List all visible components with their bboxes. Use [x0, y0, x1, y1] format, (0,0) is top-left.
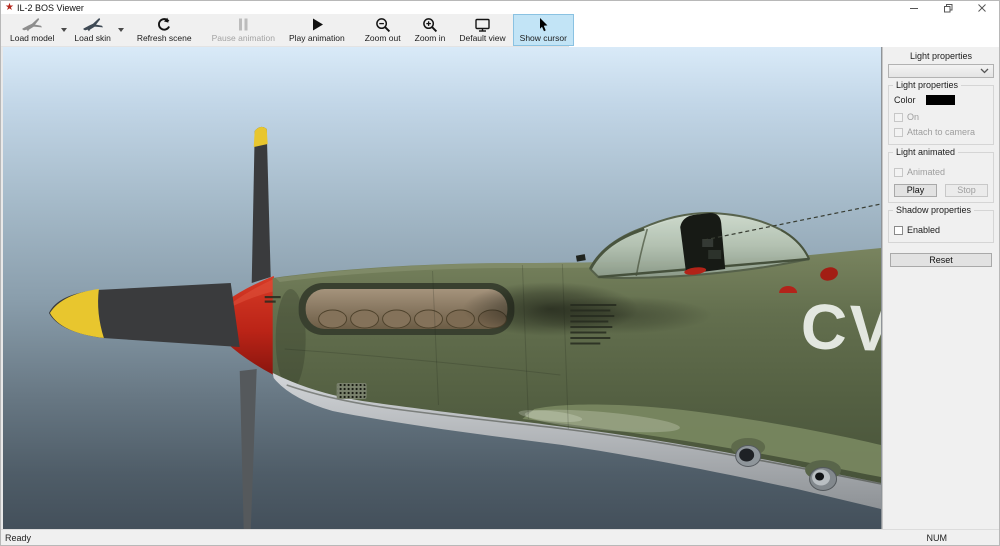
zoom-in-button[interactable]: Zoom in: [408, 14, 453, 46]
animated-label: Animated: [907, 167, 946, 177]
toolbar: Load model Load skin Refresh scene Pause…: [1, 14, 574, 47]
attach-to-camera-checkbox[interactable]: Attach to camera: [894, 127, 988, 137]
play-animation-button[interactable]: Play animation: [282, 14, 352, 46]
refresh-scene-label: Refresh scene: [136, 33, 192, 43]
show-cursor-button[interactable]: Show cursor: [512, 14, 574, 46]
group-label: Light animated: [893, 147, 959, 158]
exhaust-soot-stain: [522, 296, 713, 334]
on-label: On: [907, 112, 920, 122]
toolbar-row: Load model Load skin Refresh scene Pause…: [1, 14, 999, 47]
pause-animation-button[interactable]: Pause animation: [205, 14, 282, 46]
default-view-label: Default view: [459, 33, 506, 43]
shadow-enabled-checkbox[interactable]: Enabled: [894, 225, 988, 235]
pause-animation-label: Pause animation: [211, 33, 275, 43]
close-button[interactable]: [965, 1, 999, 14]
checkbox-icon: [894, 225, 903, 235]
app-window: ★ IL-2 BOS Viewer Load model Load skin R…: [0, 0, 1000, 546]
chevron-down-icon: [117, 28, 124, 32]
monitor-icon: [474, 16, 491, 33]
status-bar: Ready NUM: [1, 529, 999, 545]
chevron-down-icon: [980, 68, 989, 74]
reset-button[interactable]: Reset: [890, 253, 992, 267]
maximize-button[interactable]: [931, 1, 965, 14]
load-model-label: Load model: [10, 33, 55, 43]
default-view-button[interactable]: Default view: [452, 14, 512, 46]
load-skin-dropdown[interactable]: [117, 14, 124, 46]
light-animated-group: Light animated Animated Play Stop: [888, 147, 994, 203]
show-cursor-label: Show cursor: [519, 33, 567, 43]
shadow-properties-group: Shadow properties Enabled: [888, 205, 994, 243]
zoom-out-button[interactable]: Zoom out: [358, 14, 408, 46]
pilot-headrest: [680, 213, 726, 274]
play-icon: [310, 16, 324, 33]
minimize-button[interactable]: [897, 1, 931, 14]
panel-title: Light properties: [909, 51, 973, 61]
color-swatch[interactable]: [926, 95, 955, 105]
load-skin-button[interactable]: Load skin: [67, 14, 117, 46]
aircraft-3d-scene: CV: [3, 47, 881, 531]
minimize-icon: [910, 7, 918, 9]
load-skin-label: Load skin: [74, 33, 111, 43]
magnifier-plus-icon: [422, 16, 438, 33]
magnifier-minus-icon: [375, 16, 391, 33]
close-icon: [978, 3, 986, 12]
zoom-out-label: Zoom out: [364, 33, 401, 43]
refresh-scene-button[interactable]: Refresh scene: [130, 14, 199, 46]
airplane-dark-icon: [82, 16, 104, 33]
window-title: IL-2 BOS Viewer: [16, 2, 84, 13]
checkbox-icon: [894, 167, 903, 177]
vent-grille: [336, 383, 367, 399]
pause-icon: [236, 16, 250, 33]
shadow-enabled-label: Enabled: [907, 225, 941, 235]
checkbox-icon: [894, 127, 903, 137]
titlebar: ★ IL-2 BOS Viewer: [1, 1, 999, 14]
fuselage-code-marking: CV: [800, 290, 881, 365]
checkbox-icon: [894, 112, 903, 122]
attach-to-camera-label: Attach to camera: [907, 127, 976, 137]
restore-icon: [944, 3, 953, 12]
group-label: Light properties: [893, 80, 962, 91]
play-animation-label: Play animation: [288, 33, 345, 43]
airplane-icon: [21, 16, 43, 33]
animated-checkbox[interactable]: Animated: [894, 167, 988, 177]
group-label: Shadow properties: [893, 205, 975, 216]
light-select-combobox[interactable]: [888, 64, 994, 78]
red-star-icon: ★: [5, 1, 14, 13]
refresh-icon: [156, 16, 172, 33]
stop-button[interactable]: Stop: [945, 184, 988, 197]
load-model-button[interactable]: Load model: [3, 14, 61, 46]
color-label: Color: [894, 95, 916, 105]
num-lock-indicator: NUM: [926, 532, 948, 543]
cursor-arrow-icon: [536, 16, 550, 33]
light-properties-group: Light properties Color On Attach to came…: [888, 80, 994, 145]
play-button[interactable]: Play: [894, 184, 937, 197]
status-text: Ready: [5, 532, 32, 543]
on-checkbox[interactable]: On: [894, 112, 988, 122]
light-properties-panel: Light properties Light properties Color …: [882, 47, 999, 529]
main-area: CV Light properties Light properties Col…: [1, 47, 999, 531]
render-viewport[interactable]: CV: [3, 47, 882, 531]
zoom-in-label: Zoom in: [414, 33, 446, 43]
